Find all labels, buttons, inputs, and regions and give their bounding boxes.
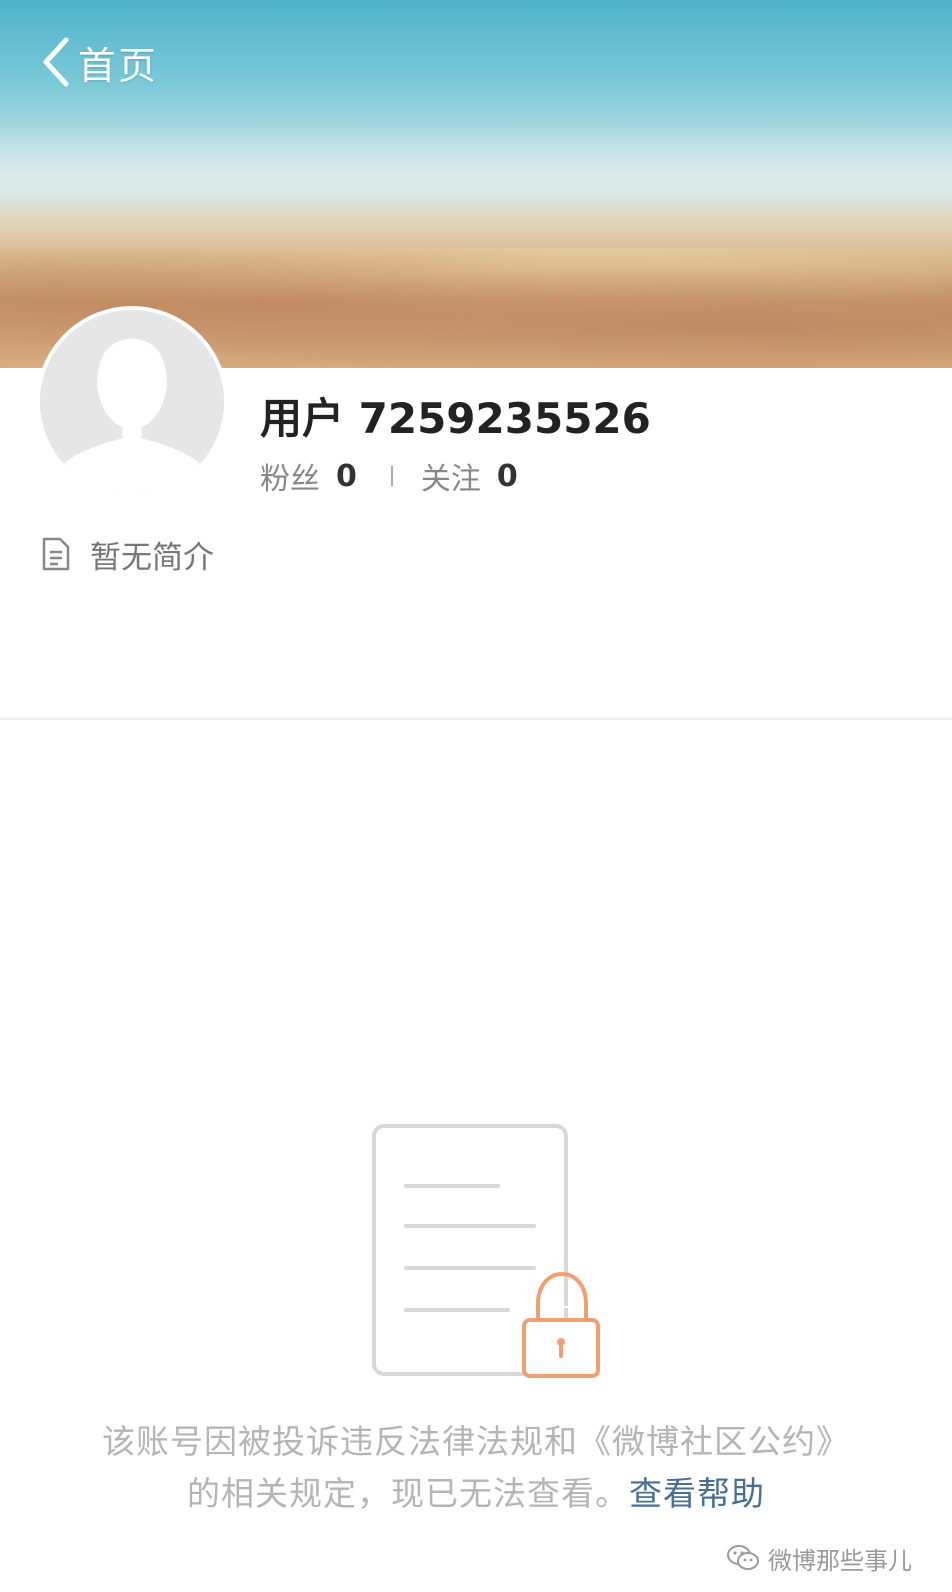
profile-stats: 粉丝 0 关注 0 — [260, 454, 518, 498]
username: 用户 7259235526 — [260, 394, 651, 443]
watermark-text: 微博那些事儿 — [768, 1546, 912, 1575]
followers-count[interactable]: 0 — [336, 459, 357, 494]
following-count[interactable]: 0 — [497, 459, 518, 494]
following-label[interactable]: 关注 — [421, 454, 481, 498]
section-divider — [0, 718, 952, 720]
chevron-left-icon — [43, 37, 69, 87]
stats-divider — [390, 466, 393, 486]
bio: 暂无简介 — [40, 532, 214, 576]
default-avatar-icon — [40, 310, 224, 494]
banner-haze — [0, 120, 952, 210]
followers-label[interactable]: 粉丝 — [260, 454, 320, 498]
wechat-icon — [727, 1545, 759, 1570]
help-link[interactable]: 查看帮助 — [629, 1474, 765, 1513]
bio-text: 暂无简介 — [90, 539, 214, 576]
account-restricted-notice: 该账号因被投诉违反法律法规和《微博社区公约》的相关规定，现已无法查看。查看帮助 — [96, 1416, 856, 1520]
back-label: 首页 — [78, 43, 159, 88]
avatar[interactable] — [36, 306, 228, 498]
watermark: 微博那些事儿 — [726, 1540, 912, 1576]
back-button[interactable]: 首页 — [40, 34, 158, 90]
locked-document-icon — [372, 1124, 604, 1378]
document-icon — [42, 537, 70, 571]
